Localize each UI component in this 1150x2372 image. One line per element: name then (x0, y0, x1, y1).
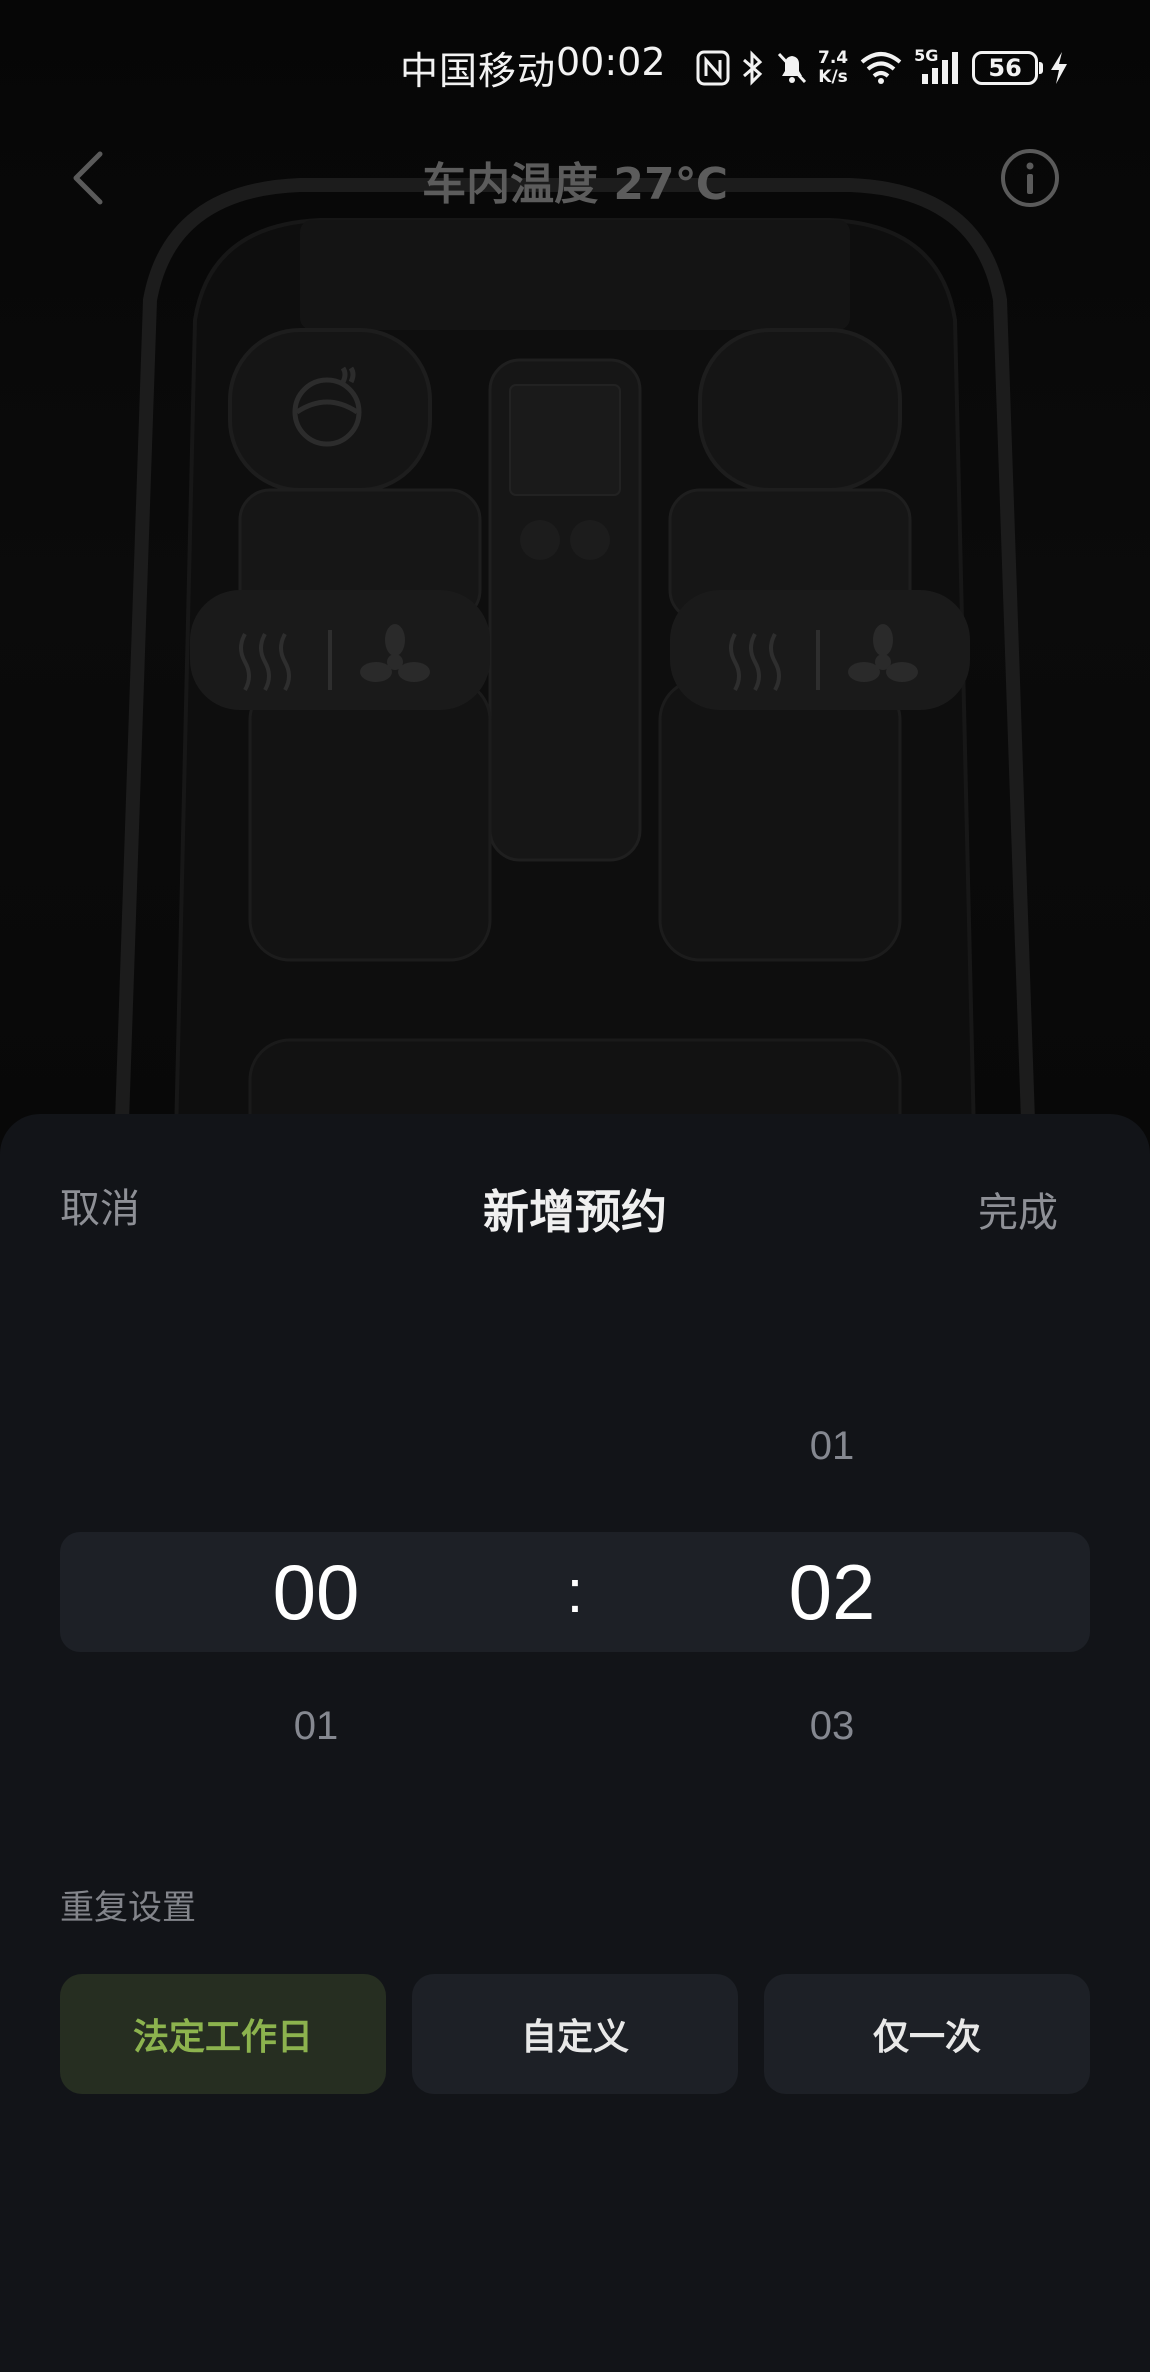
minute-selected[interactable]: 02 (702, 1532, 962, 1652)
battery-level: 56 (988, 54, 1022, 82)
status-bar: 中国移动 00:02 7.4 K/s 5G 56 (0, 0, 1150, 134)
done-button[interactable]: 完成 (978, 1180, 1058, 1238)
repeat-option-once[interactable]: 仅一次 (764, 1974, 1090, 2094)
charging-bolt-icon (1051, 52, 1068, 84)
time-separator: : (566, 1558, 584, 1625)
status-icons: 7.4 K/s 5G 56 (696, 44, 1070, 92)
wifi-icon (860, 52, 902, 84)
hour-selected[interactable]: 00 (186, 1532, 446, 1652)
cell-signal-icon: 5G (914, 46, 962, 88)
info-circle-icon[interactable] (998, 146, 1062, 210)
minute-next-option[interactable]: 03 (702, 1704, 962, 1749)
cell-bars-icon (922, 52, 959, 84)
repeat-option-workdays[interactable]: 法定工作日 (60, 1974, 386, 2094)
add-schedule-sheet: 取消 新增预约 完成 00 01 : 01 02 03 重复设置 法定工作日 自… (0, 1114, 1150, 2372)
status-time: 00:02 (556, 40, 666, 84)
battery-icon: 56 (972, 51, 1044, 85)
sheet-header: 取消 新增预约 完成 (0, 1114, 1150, 1284)
top-nav: 车内温度 27℃ (0, 134, 1150, 220)
minute-prev-option[interactable]: 01 (702, 1424, 962, 1469)
repeat-settings-label: 重复设置 (60, 1888, 196, 1928)
net-speed-indicator: 7.4 K/s (818, 49, 848, 87)
carrier-name: 中国移动 (400, 49, 557, 93)
hour-next-option[interactable]: 01 (186, 1704, 446, 1749)
bluetooth-icon (743, 50, 763, 86)
repeat-options: 法定工作日 自定义 仅一次 (60, 1974, 1090, 2094)
repeat-option-custom[interactable]: 自定义 (412, 1974, 738, 2094)
page-title: 车内温度 27℃ (422, 159, 728, 210)
nfc-icon (696, 50, 730, 86)
mute-bell-icon (777, 52, 807, 84)
net-speed-unit: K/s (818, 67, 848, 87)
net-speed-value: 7.4 (818, 48, 849, 68)
